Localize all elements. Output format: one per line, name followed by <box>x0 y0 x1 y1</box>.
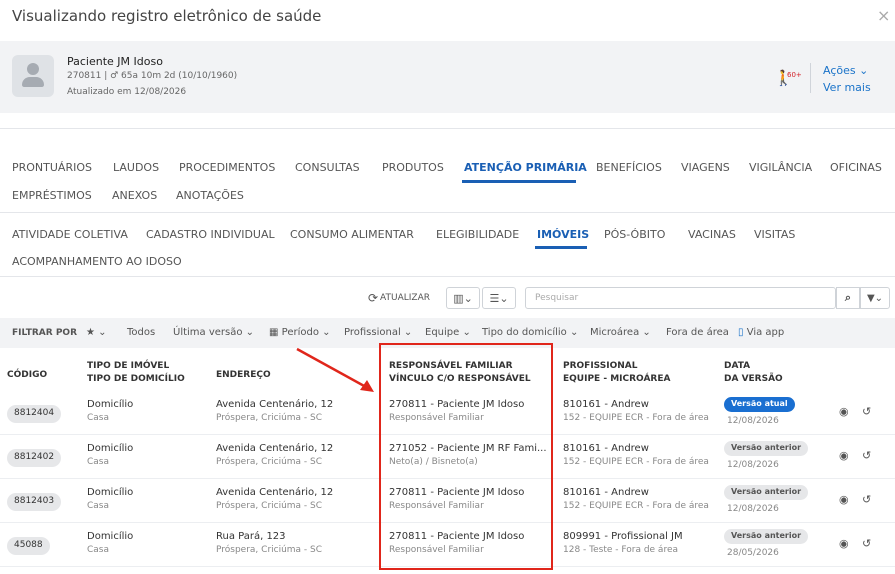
annotation-arrow <box>296 347 374 392</box>
